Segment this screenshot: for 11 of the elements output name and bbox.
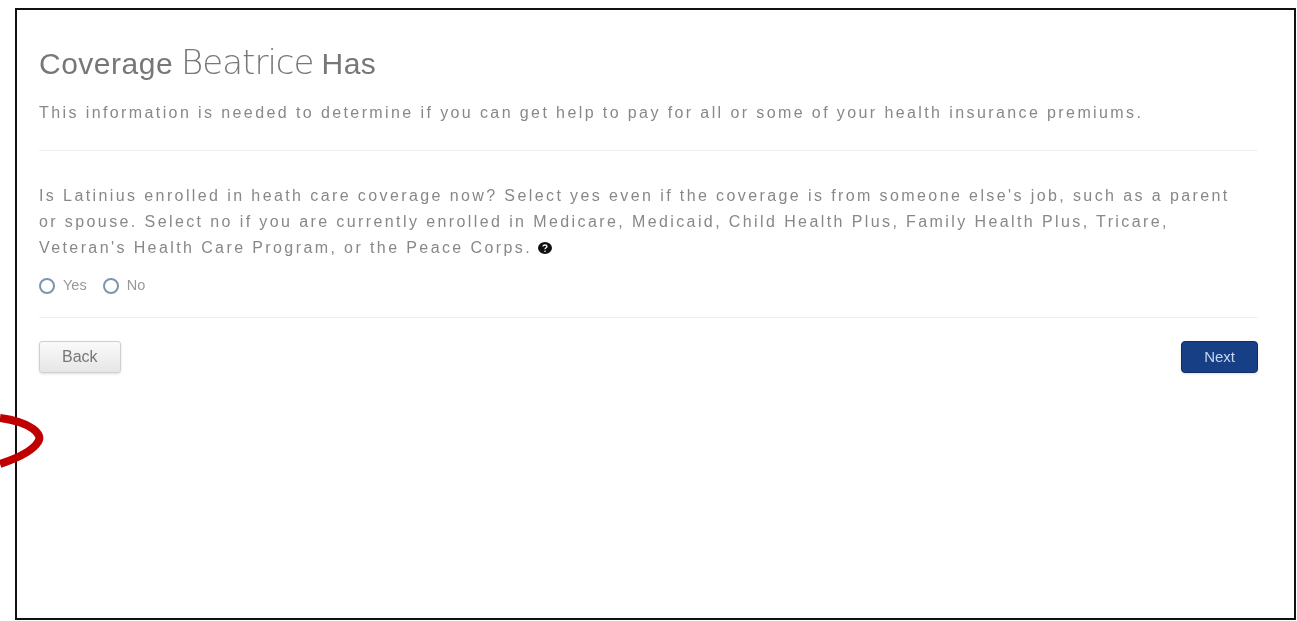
annotation-arc [0, 412, 44, 470]
question-text: Is Latinius enrolled in heath care coverage now? Select yes even if the coverage is from someone else's job, such as a parent or spouse. Select no if you are currently enrolled in Medicare, Medicaid, Child Health Plus, Family Health Plus, Tricare, Veteran's Health Care Program, or the Peace Corps. [39, 187, 1230, 256]
page-heading: Coverage Beatrice Has [39, 42, 377, 84]
intro-text: This information is needed to determine if you can get help to pay for all or some of your health insurance premiums. [39, 103, 1145, 123]
back-button[interactable]: Back [39, 340, 121, 373]
radio-button[interactable] [39, 277, 55, 294]
option-label[interactable]: Yes [63, 275, 87, 297]
next-button[interactable]: Next [1181, 340, 1258, 373]
help-icon[interactable] [538, 242, 552, 254]
option-label[interactable]: No [126, 275, 146, 297]
radio-button[interactable] [102, 277, 119, 294]
